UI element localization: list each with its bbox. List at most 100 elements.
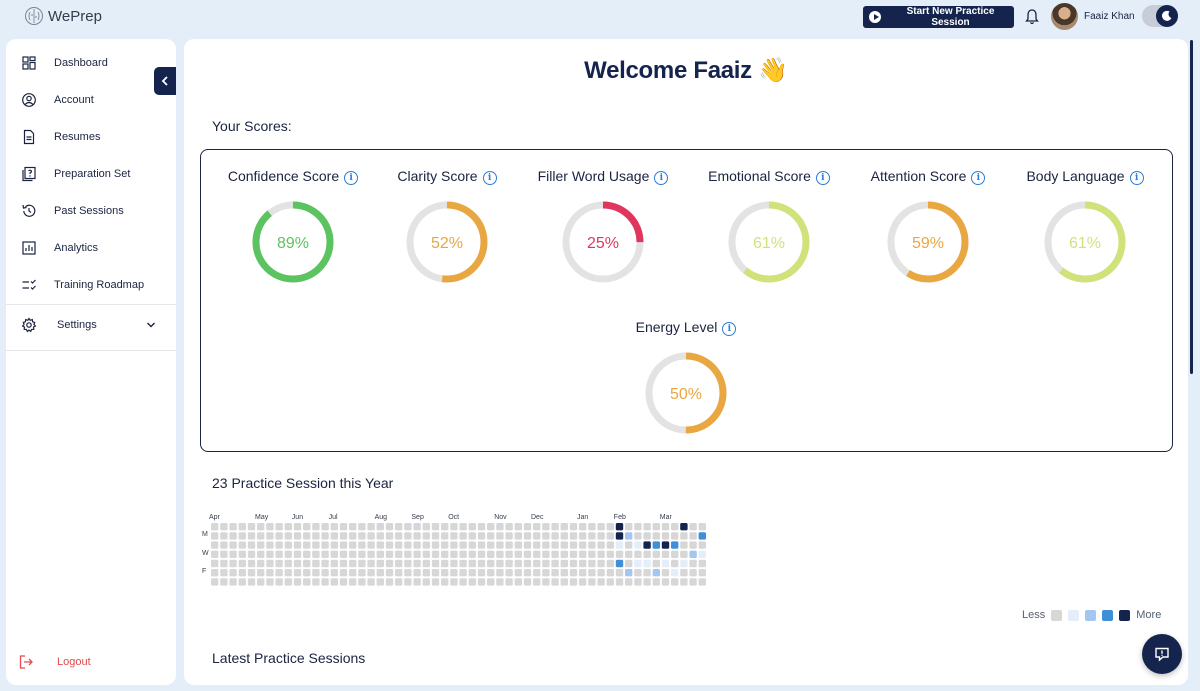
heatmap-cell[interactable] <box>312 523 320 531</box>
heatmap-cell[interactable] <box>413 532 421 540</box>
heatmap-cell[interactable] <box>257 550 265 558</box>
heatmap-cell[interactable] <box>542 578 550 586</box>
heatmap-cell[interactable] <box>606 550 614 558</box>
heatmap-cell[interactable] <box>661 550 670 558</box>
heatmap-cell[interactable] <box>533 541 541 549</box>
heatmap-cell[interactable] <box>680 550 688 558</box>
heatmap-cell[interactable] <box>661 532 670 540</box>
heatmap-cell[interactable] <box>220 532 228 540</box>
heatmap-cell[interactable] <box>671 541 679 549</box>
heatmap-cell[interactable] <box>487 550 495 558</box>
heatmap-cell[interactable] <box>542 550 550 558</box>
heatmap-cell[interactable] <box>643 559 651 568</box>
heatmap-cell[interactable] <box>459 523 467 531</box>
heatmap-cell[interactable] <box>395 559 403 568</box>
heatmap-cell[interactable] <box>661 523 670 531</box>
heatmap-cell[interactable] <box>615 532 624 540</box>
heatmap-cell[interactable] <box>266 578 274 586</box>
heatmap-cell[interactable] <box>275 550 283 558</box>
heatmap-cell[interactable] <box>496 578 504 586</box>
heatmap-cell[interactable] <box>523 532 532 540</box>
heatmap-cell[interactable] <box>579 559 587 568</box>
heatmap-cell[interactable] <box>330 523 338 531</box>
heatmap-cell[interactable] <box>257 523 265 531</box>
heatmap-cell[interactable] <box>385 523 394 531</box>
heatmap-cell[interactable] <box>422 569 430 577</box>
heatmap-cell[interactable] <box>450 523 458 531</box>
heatmap-cell[interactable] <box>579 569 587 577</box>
heatmap-cell[interactable] <box>689 578 697 586</box>
heatmap-cell[interactable] <box>698 532 706 540</box>
heatmap-cell[interactable] <box>643 569 651 577</box>
heatmap-cell[interactable] <box>597 541 605 549</box>
heatmap-cell[interactable] <box>634 523 642 531</box>
heatmap-cell[interactable] <box>698 550 706 558</box>
heatmap-cell[interactable] <box>459 532 467 540</box>
heatmap-cell[interactable] <box>431 541 440 549</box>
heatmap-cell[interactable] <box>450 550 458 558</box>
heatmap-cell[interactable] <box>450 578 458 586</box>
heatmap-cell[interactable] <box>468 559 476 568</box>
heatmap-cell[interactable] <box>349 559 357 568</box>
heatmap-cell[interactable] <box>680 532 688 540</box>
heatmap-cell[interactable] <box>505 541 513 549</box>
info-icon[interactable]: i <box>482 171 497 185</box>
heatmap-cell[interactable] <box>266 541 274 549</box>
heatmap-cell[interactable] <box>597 523 605 531</box>
heatmap-cell[interactable] <box>247 532 256 540</box>
heatmap-cell[interactable] <box>606 578 614 586</box>
heatmap-cell[interactable] <box>395 578 403 586</box>
heatmap-cell[interactable] <box>496 569 504 577</box>
heatmap-cell[interactable] <box>551 569 559 577</box>
heatmap-cell[interactable] <box>615 541 624 549</box>
heatmap-cell[interactable] <box>569 532 578 540</box>
heatmap-cell[interactable] <box>588 532 596 540</box>
heatmap-cell[interactable] <box>385 532 394 540</box>
heatmap-cell[interactable] <box>698 559 706 568</box>
heatmap-cell[interactable] <box>606 569 614 577</box>
heatmap-cell[interactable] <box>238 559 246 568</box>
sidebar-item-training-roadmap[interactable]: Training Roadmap <box>6 270 176 300</box>
heatmap-cell[interactable] <box>413 569 421 577</box>
heatmap-cell[interactable] <box>615 569 624 577</box>
heatmap-cell[interactable] <box>293 523 302 531</box>
heatmap-cell[interactable] <box>652 532 660 540</box>
heatmap-cell[interactable] <box>385 559 394 568</box>
heatmap-cell[interactable] <box>514 578 522 586</box>
heatmap-cell[interactable] <box>450 532 458 540</box>
heatmap-cell[interactable] <box>349 578 357 586</box>
heatmap-cell[interactable] <box>542 541 550 549</box>
heatmap-cell[interactable] <box>671 578 679 586</box>
heatmap-cell[interactable] <box>606 523 614 531</box>
heatmap-cell[interactable] <box>523 523 532 531</box>
heatmap-cell[interactable] <box>579 578 587 586</box>
heatmap-cell[interactable] <box>689 550 697 558</box>
heatmap-cell[interactable] <box>551 523 559 531</box>
heatmap-cell[interactable] <box>652 569 660 577</box>
heatmap-cell[interactable] <box>634 569 642 577</box>
heatmap-cell[interactable] <box>459 550 467 558</box>
heatmap-cell[interactable] <box>303 569 311 577</box>
heatmap-cell[interactable] <box>560 569 568 577</box>
heatmap-cell[interactable] <box>689 541 697 549</box>
heatmap-cell[interactable] <box>358 541 366 549</box>
heatmap-cell[interactable] <box>385 569 394 577</box>
heatmap-cell[interactable] <box>698 569 706 577</box>
heatmap-cell[interactable] <box>588 569 596 577</box>
heatmap-cell[interactable] <box>275 578 283 586</box>
heatmap-cell[interactable] <box>220 541 228 549</box>
heatmap-cell[interactable] <box>395 532 403 540</box>
heatmap-cell[interactable] <box>275 569 283 577</box>
heatmap-cell[interactable] <box>339 569 348 577</box>
heatmap-cell[interactable] <box>468 523 476 531</box>
heatmap-cell[interactable] <box>238 523 246 531</box>
heatmap-cell[interactable] <box>339 541 348 549</box>
heatmap-cell[interactable] <box>652 523 660 531</box>
heatmap-cell[interactable] <box>339 532 348 540</box>
heatmap-cell[interactable] <box>450 541 458 549</box>
heatmap-cell[interactable] <box>477 569 486 577</box>
heatmap-cell[interactable] <box>634 578 642 586</box>
heatmap-cell[interactable] <box>229 550 237 558</box>
heatmap-cell[interactable] <box>579 532 587 540</box>
heatmap-cell[interactable] <box>625 541 633 549</box>
